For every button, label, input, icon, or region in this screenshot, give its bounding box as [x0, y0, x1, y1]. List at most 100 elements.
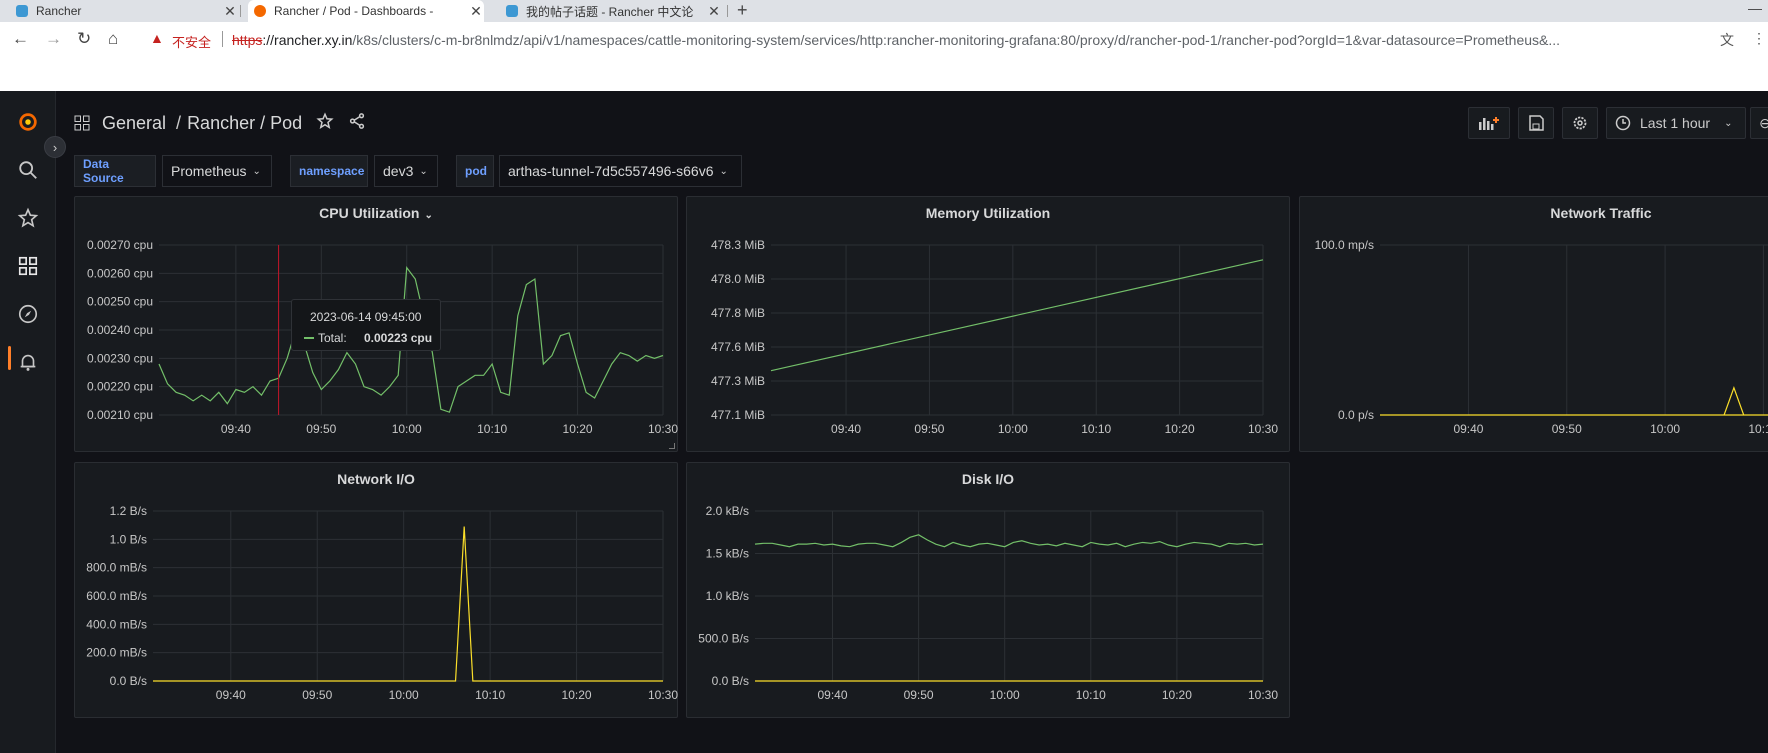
- close-icon[interactable]: ✕: [468, 3, 484, 20]
- y-tick-label: 0.00230 cpu: [87, 351, 153, 365]
- y-tick-label: 477.6 MiB: [711, 340, 765, 354]
- series-line-total: [153, 526, 663, 682]
- explore-compass-icon[interactable]: [16, 302, 40, 326]
- y-tick-label: 800.0 mB/s: [86, 561, 147, 575]
- translate-icon[interactable]: 文: [1720, 30, 1734, 50]
- expand-menu-chevron-icon[interactable]: ›: [44, 136, 66, 158]
- disk-io-chart: 2.0 kB/s 1.5 kB/s 1.0 kB/s 500.0 B/s 0.0 B/s…: [698, 504, 1278, 702]
- x-tick-label: 09:40: [216, 688, 246, 702]
- zoom-out-button[interactable]: ⊖: [1750, 107, 1768, 139]
- y-tick-label: 1.2 B/s: [110, 504, 147, 518]
- star-icon[interactable]: [16, 206, 40, 230]
- x-tick-label: 09:40: [221, 422, 251, 436]
- x-tick-label: 10:00: [392, 422, 422, 436]
- y-tick-label: 1.5 kB/s: [706, 547, 749, 561]
- memory-chart: 478.3 MiB 478.0 MiB 477.8 MiB 477.6 MiB 477.…: [711, 238, 1278, 436]
- tooltip-series-name: Total:: [318, 331, 347, 345]
- gear-icon: [1573, 116, 1587, 130]
- star-icon[interactable]: [316, 111, 334, 135]
- y-tick-label: 478.3 MiB: [711, 238, 765, 252]
- tab-title: Rancher: [36, 4, 82, 18]
- y-tick-label: 0.00260 cpu: [87, 266, 153, 280]
- search-icon[interactable]: [16, 158, 40, 182]
- variable-label-namespace: namespace: [290, 155, 368, 187]
- tab-title: 我的帖子话题 - Rancher 中文论: [526, 4, 694, 19]
- dashboard-grid-icon: [74, 115, 90, 131]
- network-io-chart: 1.2 B/s 1.0 B/s 800.0 mB/s 600.0 mB/s 400.0 …: [86, 504, 678, 702]
- y-tick-label: 1.0 B/s: [110, 532, 147, 546]
- variable-label-datasource: Data Source: [74, 155, 156, 187]
- browser-tab-active[interactable]: Rancher / Pod - Dashboards - ✕: [248, 0, 484, 22]
- bell-icon[interactable]: [16, 350, 40, 374]
- y-tick-label: 0.00220 cpu: [87, 380, 153, 394]
- datasource-select[interactable]: Prometheus ⌄: [162, 155, 272, 187]
- datasource-value: Prometheus: [171, 163, 247, 179]
- namespace-select[interactable]: dev3 ⌄: [374, 155, 438, 187]
- forward-arrow-icon[interactable]: →: [45, 29, 62, 49]
- security-status[interactable]: 不安全: [172, 32, 211, 51]
- grafana-logo-icon[interactable]: [16, 110, 40, 134]
- extension-icon[interactable]: ⋮: [1752, 30, 1766, 47]
- x-tick-label: 10:20: [562, 688, 592, 702]
- browser-tab[interactable]: Rancher ✕: [10, 0, 238, 22]
- save-icon: [1529, 115, 1544, 131]
- graph-tooltip: 2023-06-14 09:45:00 Total: 0.00223 cpu: [291, 299, 441, 351]
- close-icon[interactable]: ✕: [706, 3, 722, 20]
- x-tick-label: 09:50: [904, 688, 934, 702]
- x-tick-label: 09:50: [914, 422, 944, 436]
- breadcrumb-folder[interactable]: General: [102, 113, 166, 134]
- page-title[interactable]: Rancher / Pod: [187, 113, 302, 134]
- rancher-favicon-icon: [506, 5, 518, 17]
- zoom-out-icon: ⊖: [1759, 114, 1768, 131]
- x-tick-label: 10:00: [998, 422, 1028, 436]
- network-traffic-chart: 100.0 mp/s 0.0 p/s 09:40 09:50 10:00 10:10: [1315, 238, 1768, 436]
- window-minimize-icon[interactable]: —: [1748, 0, 1762, 16]
- back-arrow-icon[interactable]: ←: [12, 29, 29, 49]
- x-tick-label: 10:10: [475, 688, 505, 702]
- panel-disk-io[interactable]: Disk I/O 2.0 kB/s 1.5 kB/s 1.0 kB/s 500.0 B…: [686, 462, 1290, 718]
- add-panel-button[interactable]: [1468, 107, 1510, 139]
- x-tick-label: 10:00: [990, 688, 1020, 702]
- chevron-down-icon: ⌄: [719, 165, 728, 177]
- series-line-total: [1723, 386, 1745, 416]
- time-range-label: Last 1 hour: [1640, 115, 1711, 131]
- y-tick-label: 1.0 kB/s: [706, 589, 749, 603]
- time-range-picker[interactable]: Last 1 hour ⌄: [1606, 107, 1746, 139]
- panel-network-traffic[interactable]: Network Traffic 100.0 mp/s 0.0 p/s 09:40 09…: [1299, 196, 1768, 452]
- panel-network-io[interactable]: Network I/O 1.2 B/s 1.0 B/s 800.0 mB/s 600.…: [74, 462, 678, 718]
- y-tick-label: 600.0 mB/s: [86, 589, 147, 603]
- x-tick-label: 10:00: [1650, 422, 1680, 436]
- x-tick-label: 09:50: [306, 422, 336, 436]
- chevron-down-icon: ⌄: [1724, 117, 1733, 129]
- y-tick-label: 500.0 B/s: [698, 632, 749, 646]
- x-tick-label: 10:20: [1165, 422, 1195, 436]
- resize-handle[interactable]: [669, 443, 675, 449]
- x-tick-label: 10:10: [477, 422, 507, 436]
- clock-icon: [1615, 115, 1631, 131]
- x-tick-label: 09:40: [817, 688, 847, 702]
- url-path: /k8s/clusters/c-m-br8nlmdz/api/v1/namesp…: [352, 32, 1561, 48]
- y-tick-label: 477.1 MiB: [711, 408, 765, 422]
- url-input[interactable]: https://rancher.xy.in/k8s/clusters/c-m-b…: [232, 32, 1702, 48]
- settings-button[interactable]: [1562, 107, 1598, 139]
- x-tick-label: 10:20: [1162, 688, 1192, 702]
- x-tick-label: 09:40: [831, 422, 861, 436]
- pod-value: arthas-tunnel-7d5c557496-s66v6: [508, 163, 714, 179]
- y-tick-label: 400.0 mB/s: [86, 617, 147, 631]
- x-tick-label: 10:30: [648, 688, 678, 702]
- home-icon[interactable]: ⌂: [108, 29, 118, 49]
- url-scheme: https: [232, 32, 263, 48]
- new-tab-plus-icon[interactable]: +: [737, 0, 748, 20]
- y-tick-label: 0.00270 cpu: [87, 238, 153, 252]
- reload-icon[interactable]: ↻: [77, 29, 91, 49]
- browser-tab[interactable]: 我的帖子话题 - Rancher 中文论 ✕: [500, 0, 722, 22]
- panel-memory-utilization[interactable]: Memory Utilization 478.3 MiB 478.0 MiB 477…: [686, 196, 1290, 452]
- save-dashboard-button[interactable]: [1518, 107, 1554, 139]
- dashboards-grid-icon[interactable]: [16, 254, 40, 278]
- pod-select[interactable]: arthas-tunnel-7d5c557496-s66v6 ⌄: [499, 155, 742, 187]
- x-tick-label: 10:30: [648, 422, 678, 436]
- x-tick-label: 10:00: [389, 688, 419, 702]
- x-tick-label: 10:10: [1081, 422, 1111, 436]
- close-icon[interactable]: ✕: [222, 3, 238, 20]
- share-icon[interactable]: [348, 112, 366, 135]
